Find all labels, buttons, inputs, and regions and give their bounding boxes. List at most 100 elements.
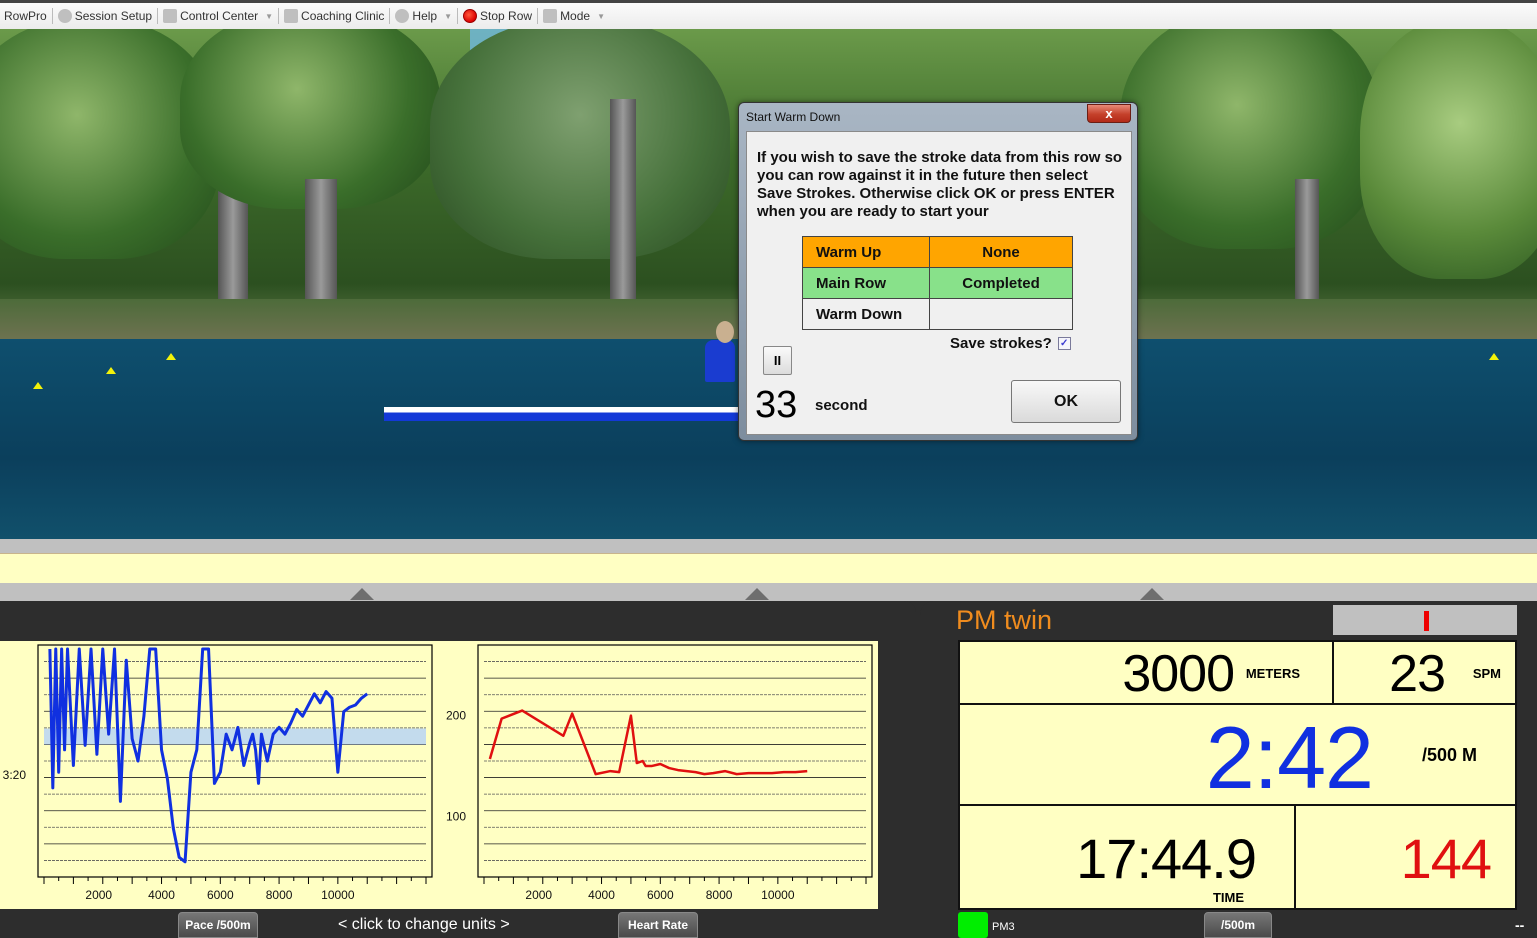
spm-unit: SPM (1472, 666, 1501, 681)
chevron-down-icon[interactable]: ▼ (265, 12, 273, 21)
tree (1360, 29, 1537, 279)
change-units-link[interactable]: < click to change units > (338, 916, 510, 934)
pace-value: 2:42 (1205, 708, 1374, 807)
dialog-body: If you wish to save the stroke data from… (746, 131, 1132, 435)
phase-name: Main Row (802, 267, 930, 299)
heart-rate-series-line (488, 709, 808, 776)
x-tick-label: 4000 (588, 888, 615, 902)
right-indicator: -- (1515, 917, 1525, 933)
spm-value: 23 (1389, 645, 1446, 703)
expand-panel-arrow-icon[interactable] (745, 588, 769, 600)
phase-status: None (929, 236, 1073, 268)
stop-row-button[interactable]: Stop Row (459, 3, 536, 29)
save-strokes-label: Save strokes? (950, 335, 1052, 352)
pace-units-button[interactable]: Pace /500m (178, 912, 258, 938)
coaching-clinic-button[interactable]: Coaching Clinic (280, 3, 388, 29)
progress-strip (0, 553, 1537, 583)
chevron-down-icon[interactable]: ▼ (444, 12, 452, 21)
monitor-icon (163, 9, 178, 23)
session-setup-button[interactable]: Session Setup (54, 3, 156, 29)
phase-table: Warm Up None Main Row Completed Warm Dow… (802, 236, 1073, 330)
app-menu-rowpro[interactable]: RowPro (0, 3, 51, 29)
spm-cell: 23 SPM (1332, 640, 1517, 705)
distance-unit: METERS (1245, 666, 1300, 681)
heart-rate-value: 144 (1400, 827, 1492, 890)
x-tick-label: 10000 (321, 888, 355, 902)
save-strokes-checkbox[interactable]: ✓ (1057, 337, 1071, 350)
y-tick-label: 3:20 (3, 768, 27, 782)
buoy-marker (166, 353, 176, 360)
phase-row: Warm Up None (802, 236, 1073, 268)
x-tick-label: 8000 (706, 888, 733, 902)
toolbar-divider (157, 8, 159, 24)
help-icon (395, 9, 410, 23)
heart-rate-button[interactable]: Heart Rate (618, 912, 698, 938)
graphs-area: 2000 4000 6000 8000 10000 3:20 2000 4000 6000 800… (0, 641, 878, 909)
control-center-label: Control Center (180, 9, 259, 23)
ok-button[interactable]: OK (1011, 380, 1121, 423)
toolbar-divider (389, 8, 391, 24)
mode-label: Mode (560, 9, 591, 23)
toolbar-divider (457, 8, 459, 24)
pace-series-line (48, 647, 369, 864)
dialog-message: If you wish to save the stroke data from… (757, 149, 1123, 220)
monitor-label: PM3 (992, 921, 1015, 933)
x-tick-label: 10000 (761, 888, 795, 902)
distance-cell: 3000 METERS (958, 640, 1334, 705)
charts-svg: 2000 4000 6000 8000 10000 3:20 2000 4000 6000 800… (3, 644, 873, 902)
x-tick-label: 2000 (85, 888, 112, 902)
y-tick-label: 200 (446, 709, 466, 723)
chevron-down-icon[interactable]: ▼ (597, 12, 605, 21)
help-button[interactable]: Help ▼ (391, 3, 456, 29)
toolbar-divider (278, 8, 280, 24)
tree-trunk (610, 99, 636, 309)
gear-icon (57, 9, 72, 23)
rowing-boat (384, 407, 744, 421)
toolbar-divider (51, 8, 53, 24)
session-setup-label: Session Setup (74, 9, 153, 23)
time-unit: TIME (1212, 890, 1244, 905)
expand-panel-arrow-icon[interactable] (350, 588, 374, 600)
tree-trunk (305, 179, 337, 309)
stop-row-label: Stop Row (480, 9, 533, 23)
expand-panel-arrow-icon[interactable] (1140, 588, 1164, 600)
pm-units-button[interactable]: /500m (1204, 912, 1272, 938)
phase-name: Warm Down (802, 298, 930, 330)
close-icon: x (1105, 106, 1113, 121)
tree (430, 29, 730, 259)
pace-unit: /500 M (1421, 745, 1477, 765)
save-strokes-row: Save strokes? ✓ (950, 335, 1071, 352)
distance-value: 3000 (1122, 645, 1235, 703)
countdown-unit: second (815, 397, 868, 414)
toolbar: RowPro Session Setup Control Center ▼ Co… (0, 0, 1537, 29)
rower-head (716, 321, 734, 343)
pace-cell: 2:42 /500 M (958, 703, 1517, 807)
close-button[interactable]: x (1087, 104, 1131, 123)
start-warm-down-dialog: Start Warm Down x If you wish to save th… (738, 102, 1138, 441)
app-name: RowPro (4, 9, 47, 23)
mode-button[interactable]: Mode ▼ (539, 3, 609, 29)
toolbar-divider (537, 8, 539, 24)
x-tick-label: 4000 (148, 888, 175, 902)
y-tick-label: 100 (446, 809, 466, 823)
countdown-value: 33 (755, 384, 798, 426)
control-center-button[interactable]: Control Center ▼ (159, 3, 277, 29)
user-icon (543, 9, 558, 23)
phase-row: Main Row Completed (802, 267, 1073, 299)
pm-title: PM twin (956, 605, 1053, 635)
buoy-marker (106, 367, 116, 374)
pause-button[interactable]: II (763, 346, 792, 375)
time-cell: 17:44.9 TIME (958, 804, 1296, 910)
dialog-title: Start Warm Down (746, 110, 841, 124)
clinic-icon (284, 9, 299, 23)
phase-name: Warm Up (802, 236, 930, 268)
buoy-marker (1489, 353, 1499, 360)
force-indicator-mark (1424, 611, 1429, 631)
x-tick-label: 8000 (266, 888, 293, 902)
help-label: Help (412, 9, 438, 23)
phase-status: Completed (929, 267, 1073, 299)
phase-row: Warm Down (802, 298, 1073, 330)
heart-rate-cell: 144 (1294, 804, 1517, 910)
rower-avatar (705, 340, 735, 382)
time-value: 17:44.9 (1076, 827, 1257, 890)
